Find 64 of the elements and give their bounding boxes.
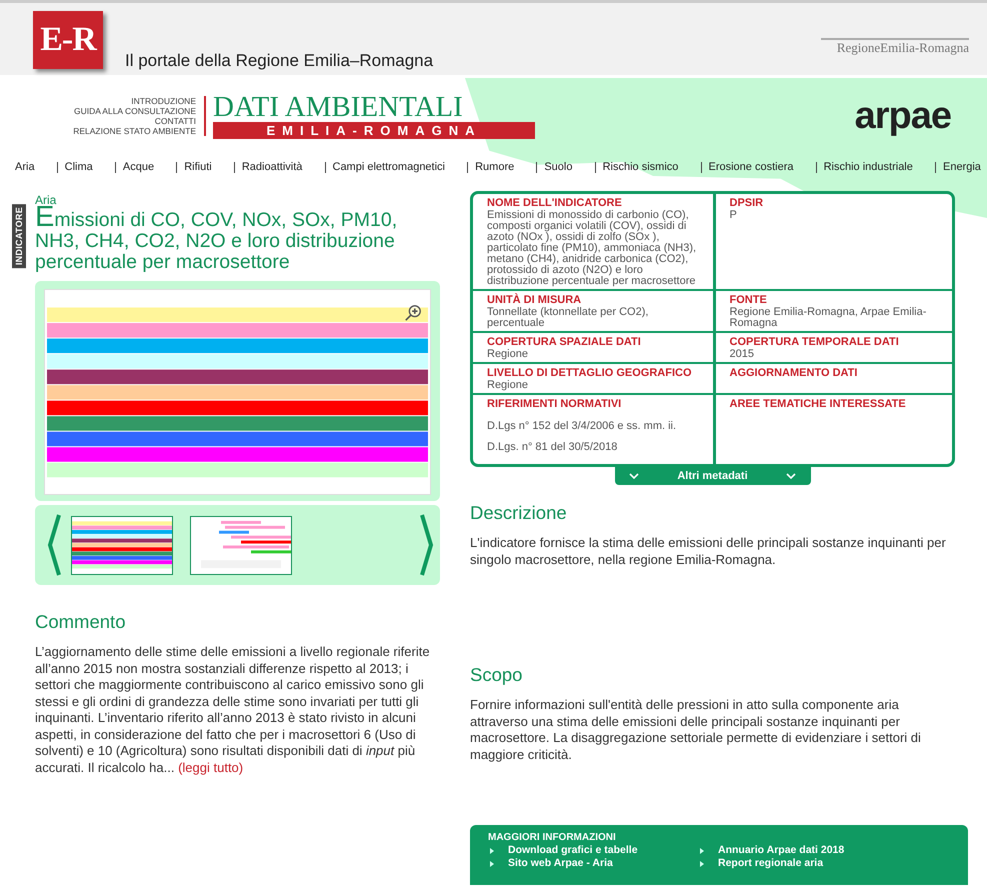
nav-link[interactable]: Rifiuti xyxy=(176,162,212,172)
site-link[interactable]: GUIDA ALLA CONSULTAZIONE xyxy=(74,106,196,116)
metadata-label: FONTE xyxy=(730,294,768,307)
site-title: DATI AMBIENTALI xyxy=(213,93,464,122)
section-heading: Descrizione xyxy=(470,502,568,524)
site-link[interactable]: RELAZIONE STATO AMBIENTE xyxy=(73,126,196,136)
chevron-down-icon xyxy=(786,473,796,479)
info-link[interactable]: Download grafici e tabelle xyxy=(508,844,638,857)
info-link[interactable]: Sito web Arpae - Aria xyxy=(508,857,613,870)
nav-link[interactable]: Acque xyxy=(114,162,154,172)
bullet-icon xyxy=(490,848,494,854)
nav-link[interactable]: Suolo xyxy=(536,162,572,172)
metadata-value: 2015 xyxy=(730,349,755,360)
metadata-label: DPSIR xyxy=(730,197,764,210)
nav-link[interactable]: Rischio sismico xyxy=(594,162,678,172)
zoom-icon[interactable] xyxy=(404,304,422,322)
nav-link[interactable]: Clima xyxy=(56,162,93,172)
side-label: INDICATORE xyxy=(12,204,26,268)
nav-link[interactable]: Rumore xyxy=(467,162,514,172)
section-heading: Commento xyxy=(35,611,126,633)
metadata-label: COPERTURA SPAZIALE DATI xyxy=(487,336,642,349)
metadata-label: RIFERIMENTI NORMATIVI xyxy=(487,398,622,411)
more-metadata-button[interactable]: Altri metadati xyxy=(614,467,810,485)
bullet-icon xyxy=(490,860,494,866)
read-more-link[interactable]: (leggi tutto) xyxy=(178,760,244,774)
nav-link[interactable]: Erosione costiera xyxy=(700,162,794,172)
site-link[interactable]: CONTATTI xyxy=(154,116,196,126)
metadata-value: D.Lgs. n° 81 del 30/5/2018 xyxy=(487,442,618,453)
metadata-label: LIVELLO DI DETTAGLIO GEOGRAFICO xyxy=(487,367,693,380)
portal-title: Il portale della Regione Emilia–Romagna xyxy=(125,51,434,71)
nav-link[interactable]: Radioattività xyxy=(234,162,302,172)
metadata-value: P xyxy=(730,210,738,221)
purpose-text: Fornire informazioni sull'entità delle pressioni in atto sulla componente aria attraverso una stima delle emissioni delle principali sostanze inquinanti per macrosettore. La disaggregazione settoriale permette di evidenziare i settori di maggiore criticità. xyxy=(470,697,922,763)
metadata-value: Emissioni di monossido di carbonio (CO), composti organici volatili (COV), ossidi di azoto (NOx ), ossidi di zolfo (SOx ), particolato fine (PM10), ammoniaca (NH3), metano (CH4), anidride carbonica (CO2), protossido di azoto (N2O) e loro distribuzione percentuale per macrosettore xyxy=(487,210,698,287)
info-link[interactable]: Annuario Arpae dati 2018 xyxy=(718,844,844,857)
nav-link[interactable]: Campi elettromagnetici xyxy=(324,162,445,172)
metadata-label: COPERTURA TEMPORALE DATI xyxy=(730,336,900,349)
metadata-value: D.Lgs n° 152 del 3/4/2006 e ss. mm. ii. xyxy=(487,421,678,432)
comment-text: L’aggiornamento delle stime delle emissioni a livello regionale riferite all’anno 2015 non mostra sostanziali differenze rispetto al 2013; i settori che maggiormente contribuiscono al carico emissivo sono gli stessi e gli ordini di grandezza delle stime sono invariati per tutti gli inquinanti. L’inventario riferito all’anno 2013 è stato rivisto in alcuni aspetti, in considerazione del fatto che per i macrosettori 6 (Uso di solventi) e 10 (Agricoltura) sono risultati disponibili dati di input più accurati. Il ricalcolo ha... (leggi tutto) xyxy=(35,644,431,776)
agency-logo[interactable]: arpae xyxy=(854,94,951,138)
nav-link[interactable]: Rischio industriale xyxy=(816,162,913,172)
panel-title: MAGGIORI INFORMAZIONI xyxy=(488,832,617,844)
site-link[interactable]: INTRODUZIONE xyxy=(131,96,196,106)
bullet-icon xyxy=(700,860,704,866)
metadata-label: UNITÀ DI MISURA xyxy=(487,294,582,307)
indicator-title: Emissioni di CO, COV, NOx, SOx, PM10, NH3, CH4, CO2, N2O e loro distribuzione percentuale per macrosettore xyxy=(35,207,398,273)
region-logo[interactable]: RegioneEmilia-Romagna xyxy=(820,38,969,56)
nav-link[interactable]: Aria xyxy=(11,162,35,172)
bullet-icon xyxy=(700,848,704,854)
section-heading: Scopo xyxy=(470,664,524,686)
info-link[interactable]: Report regionale aria xyxy=(718,857,824,870)
chevron-down-icon xyxy=(628,473,638,479)
metadata-label: AGGIORNAMENTO DATI xyxy=(730,367,858,380)
site-subtitle: EMILIA-ROMAGNA xyxy=(213,122,535,139)
topic-link[interactable]: Aria xyxy=(35,193,440,207)
metadata-value: Regione xyxy=(487,349,529,360)
description-text: L'indicatore fornisce la stima delle emissioni delle principali sostanze inquinanti per singolo macrosettore, nella regione Emilia-Romagna. xyxy=(470,535,947,568)
metadata-value: Regione xyxy=(487,380,529,391)
portal-logo[interactable]: E-R xyxy=(33,11,103,69)
metadata-label: AREE TEMATICHE INTERESSATE xyxy=(730,398,907,411)
nav-link[interactable]: Energia xyxy=(934,162,981,172)
metadata-label: NOME DELL'INDICATORE xyxy=(487,197,623,210)
metadata-value: Regione Emilia-Romagna, Arpae Emilia-Romagna xyxy=(730,307,928,329)
metadata-value: Tonnellate (ktonnellate per CO2), percentuale xyxy=(487,307,650,329)
